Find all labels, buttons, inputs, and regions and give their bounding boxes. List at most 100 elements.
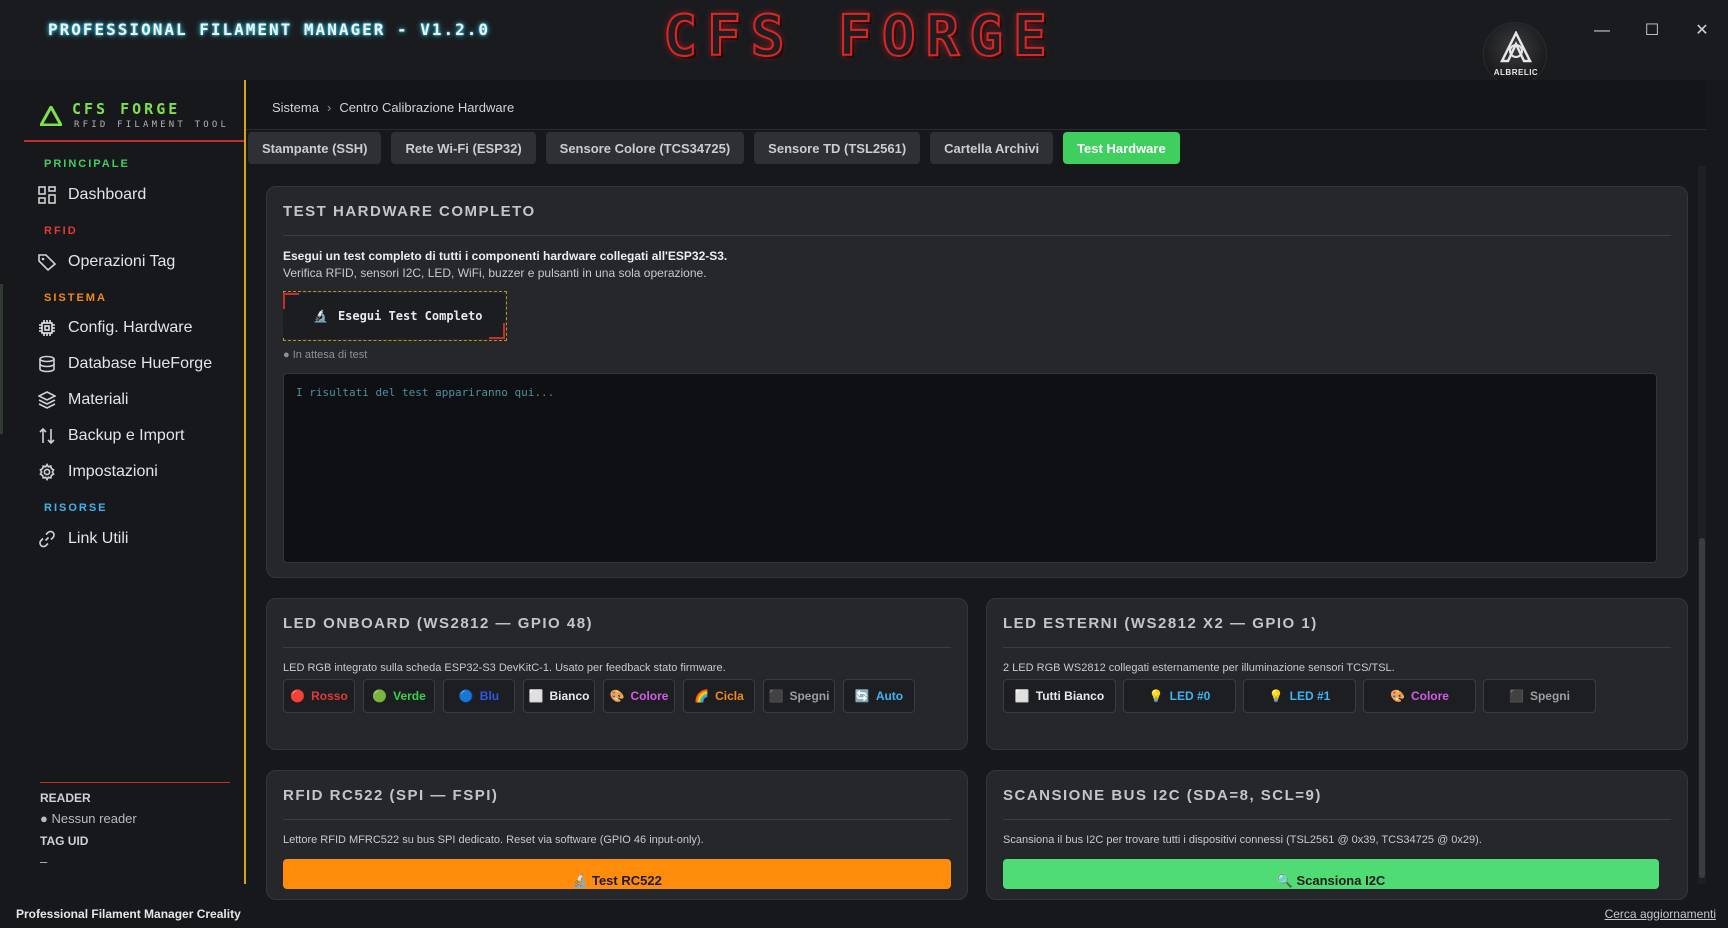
sidebar-item-label: Dashboard (68, 186, 147, 203)
sidebar-item-label: Materiali (68, 391, 129, 408)
sidebar-logo: CFS FORGE RFID FILAMENT TOOL (24, 90, 244, 142)
sidebar-item-database-hueforge[interactable]: Database HueForge (38, 349, 238, 379)
sidebar-item-label: Operazioni Tag (68, 253, 176, 270)
tab-rete-wifi[interactable]: Rete Wi-Fi (ESP32) (391, 132, 536, 164)
maximize-button[interactable]: ☐ (1637, 18, 1667, 44)
led-button-tutti-bianco[interactable]: ⬜ Tutti Bianco (1003, 679, 1116, 713)
test-status: ● In attesa di test (283, 349, 368, 361)
led-button-blu[interactable]: 🔵 Blu (443, 679, 515, 713)
led-button-label: Spegni (1529, 689, 1570, 703)
i2c-description: Scansiona il bus I2C per trovare tutti i… (1003, 834, 1482, 846)
section-risorse: RISORSE (44, 502, 108, 514)
section-sistema: SISTEMA (44, 292, 107, 304)
card-divider (283, 819, 951, 820)
card-divider (1003, 819, 1671, 820)
led-button-colore[interactable]: 🎨 Colore (603, 679, 675, 713)
led-button-label: LED #1 (1289, 689, 1331, 703)
tab-sensore-td[interactable]: Sensore TD (TSL2561) (754, 132, 921, 164)
layers-icon (38, 391, 56, 409)
sidebar-item-label: Link Utili (68, 530, 129, 547)
led-button-rosso[interactable]: 🔴 Rosso (283, 679, 355, 713)
sidebar-item-link-utili[interactable]: Link Utili (38, 524, 238, 554)
transfer-icon (39, 427, 55, 445)
sidebar-item-dashboard[interactable]: Dashboard (38, 180, 238, 210)
led-color-icon: 🟢 (372, 689, 388, 703)
led-button-label: Tutti Bianco (1035, 689, 1105, 703)
scan-i2c-button[interactable]: 🔍 Scansiona I2C (1003, 859, 1659, 889)
led-color-icon: 🎨 (1390, 689, 1405, 703)
close-button[interactable]: ✕ (1687, 18, 1717, 44)
led-color-icon: 🔄 (854, 689, 870, 703)
led-esterni-card: LED ESTERNI (WS2812 X2 — GPIO 1) 2 LED R… (986, 598, 1688, 750)
test-description-bold: Esegui un test completo di tutti i compo… (283, 249, 728, 263)
led-color-icon: 🌈 (694, 689, 710, 703)
card-title: TEST HARDWARE COMPLETO (283, 203, 536, 220)
sidebar-item-materiali[interactable]: Materiali (38, 385, 238, 415)
tab-test-hardware[interactable]: Test Hardware (1063, 132, 1180, 164)
breadcrumb: Sistema › Centro Calibrazione Hardware (246, 80, 1706, 130)
logo-subtitle: RFID FILAMENT TOOL (74, 120, 230, 130)
reader-panel: READER ● Nessun reader TAG UID – (40, 782, 230, 877)
led-button-label: Auto (875, 689, 904, 703)
card-title: RFID RC522 (SPI — FSPI) (283, 787, 499, 804)
minimize-button[interactable]: — (1587, 18, 1617, 44)
led-button-label: Spegni (789, 689, 830, 703)
led-color-icon: ⬜ (1014, 689, 1030, 703)
avatar[interactable]: ALBRELIC (1483, 22, 1547, 86)
sidebar-item-label: Config. Hardware (68, 319, 193, 336)
tag-icon (38, 254, 56, 271)
led-button-label: Rosso (311, 689, 348, 703)
reader-status: ● Nessun reader (40, 811, 137, 826)
sidebar-item-operazioni-tag[interactable]: Operazioni Tag (38, 247, 238, 277)
forge-logo-icon (40, 106, 62, 126)
tab-stampante-ssh[interactable]: Stampante (SSH) (248, 132, 382, 164)
led-button-label: Colore (1410, 689, 1449, 703)
tag-uid-value: – (40, 854, 48, 869)
led-button-colore[interactable]: 🎨 Colore (1363, 679, 1476, 713)
sidebar-item-config-hardware[interactable]: Config. Hardware (38, 313, 238, 343)
rfid-description: Lettore RFID MFRC522 su bus SPI dedicato… (283, 834, 704, 846)
database-icon (39, 355, 55, 373)
brand-logo-text: CFS FORGE (662, 3, 1057, 70)
led-onboard-description: LED RGB integrato sulla scheda ESP32-S3 … (283, 662, 726, 674)
run-full-test-button[interactable]: 🔬 Esegui Test Completo (283, 293, 505, 339)
tab-sensore-colore[interactable]: Sensore Colore (TCS34725) (545, 132, 745, 164)
section-rfid: RFID (44, 225, 78, 237)
tab-cartella-archivi[interactable]: Cartella Archivi (930, 132, 1054, 164)
led-color-icon: 🔴 (290, 689, 306, 703)
gear-icon (39, 463, 55, 481)
tag-uid-label: TAG UID (40, 834, 89, 848)
chip-icon (39, 320, 55, 336)
breadcrumb-root[interactable]: Sistema (272, 100, 319, 115)
scrollbar-thumb[interactable] (1699, 538, 1705, 878)
card-title: SCANSIONE BUS I2C (SDA=8, SCL=9) (1003, 787, 1322, 804)
test-results-console[interactable]: I risultati del test appariranno qui... (283, 373, 1657, 563)
led-button-label: Cicla (715, 689, 744, 703)
led-button-label: Bianco (549, 689, 590, 703)
led-color-icon: ⬜ (528, 689, 544, 703)
check-updates-link[interactable]: Cerca aggiornamenti (1605, 907, 1716, 921)
sidebar-item-backup-import[interactable]: Backup e Import (38, 421, 238, 451)
led-button-spegni[interactable]: ⬛ Spegni (763, 679, 835, 713)
led-button-led-0[interactable]: 💡 LED #0 (1123, 679, 1236, 713)
scrollbar[interactable] (1698, 166, 1706, 884)
reader-label: READER (40, 791, 91, 805)
sidebar-item-impostazioni[interactable]: Impostazioni (38, 457, 238, 487)
microscope-icon: 🔬 (313, 309, 328, 323)
led-button-bianco[interactable]: ⬜ Bianco (523, 679, 595, 713)
test-rc522-button[interactable]: 🔬 Test RC522 (283, 859, 951, 889)
led-onboard-card: LED ONBOARD (WS2812 — GPIO 48) LED RGB i… (266, 598, 968, 750)
led-button-label: Colore (630, 689, 669, 703)
led-button-spegni[interactable]: ⬛ Spegni (1483, 679, 1596, 713)
card-title: LED ONBOARD (WS2812 — GPIO 48) (283, 615, 594, 632)
tab-bar: Stampante (SSH) Rete Wi-Fi (ESP32) Senso… (248, 132, 1180, 164)
app-title: PROFESSIONAL FILAMENT MANAGER - V1.2.0 (48, 20, 491, 39)
logo-name: CFS FORGE (72, 100, 181, 118)
led-button-label: LED #0 (1169, 689, 1211, 703)
led-esterni-description: 2 LED RGB WS2812 collegati esternamente … (1003, 662, 1395, 674)
led-button-cicla[interactable]: 🌈 Cicla (683, 679, 755, 713)
led-button-led-1[interactable]: 💡 LED #1 (1243, 679, 1356, 713)
led-button-verde[interactable]: 🟢 Verde (363, 679, 435, 713)
led-button-auto[interactable]: 🔄 Auto (843, 679, 915, 713)
section-principale: PRINCIPALE (44, 158, 130, 170)
